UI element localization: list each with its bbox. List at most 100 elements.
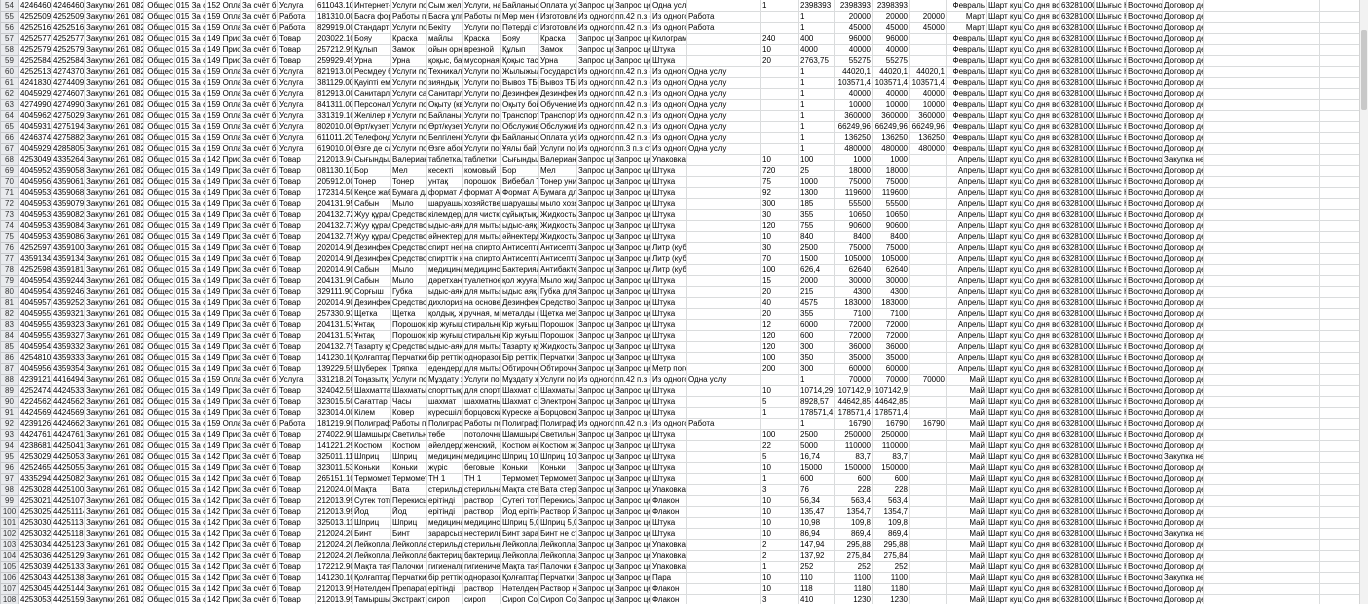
cell[interactable]: 56,34 <box>798 494 835 507</box>
cell[interactable]: Шарт куші <box>986 560 1023 573</box>
cell[interactable]: 10 <box>760 571 799 584</box>
cell[interactable]: 261 082 <box>114 560 144 573</box>
cell[interactable]: Апрель <box>946 351 987 364</box>
cell[interactable]: 40 <box>760 296 799 309</box>
cell[interactable]: 149 Приоб <box>205 186 241 199</box>
cell[interactable]: Договор действует <box>1162 241 1204 254</box>
cell[interactable]: 18000 <box>872 164 910 177</box>
cell[interactable]: Шығыс Қа <box>1094 439 1127 452</box>
table-row[interactable]: 694045952843590581Закупки, н261 082Общес… <box>0 164 1368 177</box>
cell[interactable]: 5000 <box>798 439 835 452</box>
cell[interactable]: Общес <box>143 21 175 34</box>
cell[interactable]: Запрос це <box>613 186 651 199</box>
cell[interactable]: 40000 <box>872 43 910 56</box>
cell[interactable]: 185 <box>798 197 835 210</box>
cell[interactable]: Запрос це <box>613 230 651 243</box>
cell[interactable]: Общес <box>143 296 175 309</box>
cell[interactable]: За счёт бю <box>240 384 278 397</box>
cell[interactable]: Услуги по <box>390 76 427 89</box>
cell[interactable]: Из одного <box>576 10 614 23</box>
cell[interactable]: Запрос це <box>613 527 651 540</box>
cell[interactable]: 632810000 <box>1059 494 1095 507</box>
cell[interactable] <box>760 65 799 78</box>
cell[interactable] <box>1203 120 1320 133</box>
cell[interactable]: Восточно-Казахстанская область, <box>1126 373 1163 386</box>
cell[interactable]: Запрос це <box>613 450 651 463</box>
cell[interactable] <box>1203 318 1320 331</box>
cell[interactable]: Товар <box>277 285 316 298</box>
cell[interactable]: медицина <box>426 450 463 463</box>
cell[interactable]: Жуу құрал <box>352 230 391 243</box>
cell[interactable]: Товар <box>277 307 316 320</box>
table-row[interactable]: 1084253053644251596Закупки, н261 082Обще… <box>0 593 1368 604</box>
cell[interactable]: 015 За счё <box>174 351 206 364</box>
cell[interactable]: Флакон <box>650 494 687 507</box>
cell[interactable]: Восточно-Казахстанская область, <box>1126 340 1163 353</box>
cell[interactable]: 1 <box>798 131 835 144</box>
cell[interactable]: Из одного <box>576 373 614 386</box>
cell[interactable]: Услуги по <box>538 142 577 155</box>
table-row[interactable]: 864254810343593336Закупки, н261 082Общес… <box>0 351 1368 364</box>
cell[interactable]: Общес <box>143 263 175 276</box>
cell[interactable] <box>686 329 761 342</box>
cell[interactable]: Со дня вст <box>1022 197 1060 210</box>
cell[interactable]: Май <box>946 483 987 496</box>
cell[interactable]: Товар <box>277 549 316 562</box>
cell[interactable]: Упаковка <box>650 538 687 551</box>
cell[interactable]: Запрос це <box>613 472 651 485</box>
cell[interactable]: 250000 <box>872 428 910 441</box>
cell[interactable]: Закупка не состоялась <box>1162 153 1204 166</box>
cell[interactable]: Апрель <box>946 219 987 232</box>
cell[interactable]: Общес <box>143 230 175 243</box>
cell[interactable]: 43590581 <box>51 164 85 177</box>
cell[interactable]: Шығыс Қа <box>1094 406 1127 419</box>
cell[interactable]: 1 <box>798 373 835 386</box>
cell[interactable]: 360000 <box>872 109 910 122</box>
cell[interactable]: Из одного <box>650 120 687 133</box>
cell[interactable]: За счёт бю <box>240 494 278 507</box>
cell[interactable]: бір реттік, <box>426 571 463 584</box>
cell[interactable]: 10 <box>760 230 799 243</box>
cell[interactable]: кір жуғыш <box>426 318 463 331</box>
cell[interactable]: 40459555 <box>18 329 52 342</box>
cell[interactable]: 632810000 <box>1059 571 1095 584</box>
cell[interactable]: беговые <box>462 461 501 474</box>
cell[interactable]: Запрос ценовых пред <box>576 384 614 397</box>
cell[interactable]: Шарт куші <box>986 340 1023 353</box>
cell[interactable] <box>909 571 947 584</box>
cell[interactable] <box>686 32 761 45</box>
cell[interactable]: 261 082 <box>114 582 144 595</box>
cell[interactable]: для спорт <box>462 384 501 397</box>
cell[interactable]: Товар <box>277 494 316 507</box>
row-header[interactable]: 93 <box>0 428 19 441</box>
cell[interactable]: Лейкопла <box>390 538 427 551</box>
table-row[interactable]: 954253029944250531Закупки, н261 082Общес… <box>0 450 1368 463</box>
table-row[interactable]: 684253049643352647Закупки, н261 082Общес… <box>0 153 1368 166</box>
cell[interactable]: Услуги по <box>390 109 427 122</box>
cell[interactable]: 45000 <box>872 21 910 34</box>
row-header[interactable]: 87 <box>0 362 19 375</box>
cell[interactable]: 4575 <box>798 296 835 309</box>
cell[interactable]: 25 <box>798 164 835 177</box>
cell[interactable]: За счёт бю <box>240 417 278 430</box>
cell[interactable]: 100 <box>760 351 799 364</box>
cell[interactable]: Товар <box>277 538 316 551</box>
cell[interactable] <box>909 549 947 562</box>
cell[interactable]: Закупки, н <box>84 483 115 496</box>
cell[interactable]: Со дня вст <box>1022 351 1060 364</box>
cell[interactable]: 015 За счё <box>174 538 206 551</box>
cell[interactable]: Со дня вст <box>1022 318 1060 331</box>
cell[interactable]: 632810000 <box>1059 527 1095 540</box>
cell[interactable]: Запрос це <box>613 538 651 551</box>
cell[interactable]: 83,7 <box>872 450 910 463</box>
cell[interactable]: Сығындыл <box>352 153 391 166</box>
cell[interactable]: Товар <box>277 461 316 474</box>
table-row[interactable]: 984253028044251003Закупки, н261 082Общес… <box>0 483 1368 496</box>
cell[interactable]: 261 082 <box>114 549 144 562</box>
cell[interactable]: Со дня вст <box>1022 21 1060 34</box>
cell[interactable]: 44251003 <box>51 483 85 496</box>
cell[interactable]: Запрос ценовых пред <box>576 461 614 474</box>
cell[interactable]: Услуги по <box>462 142 501 155</box>
cell[interactable]: Восточно-Казахстанская область, <box>1126 384 1163 397</box>
cell[interactable]: 632810000 <box>1059 175 1095 188</box>
